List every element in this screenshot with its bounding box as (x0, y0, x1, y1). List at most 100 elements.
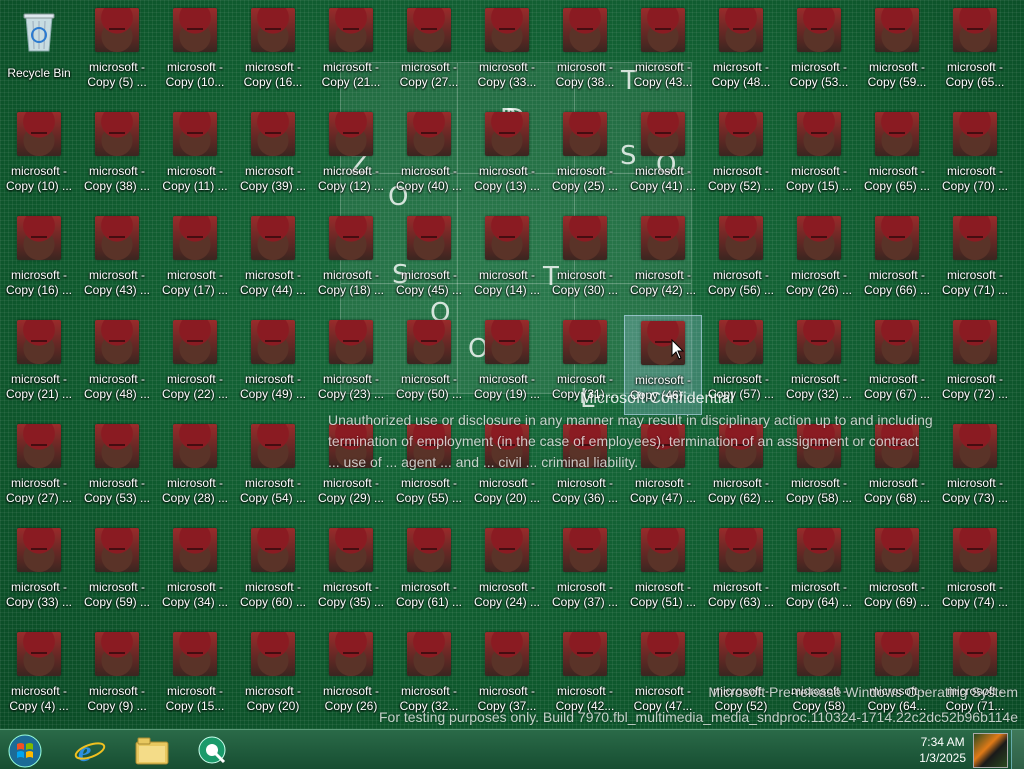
desktop-file-icon[interactable]: microsoft - Copy (4) ... (0, 627, 78, 727)
desktop-file-label: microsoft - Copy (43... (633, 60, 693, 89)
desktop-file-icon[interactable]: microsoft - Copy (33) ... (0, 523, 78, 623)
desktop-file-icon[interactable]: microsoft - Copy (64) ... (780, 523, 858, 623)
windows-live-button[interactable] (186, 732, 240, 768)
desktop-file-label: microsoft - Copy (30) ... (551, 268, 619, 297)
desktop-file-icon[interactable]: microsoft - Copy (39) ... (234, 107, 312, 207)
desktop-file-icon[interactable]: microsoft - Copy (16... (234, 3, 312, 103)
windows-explorer-button[interactable] (124, 732, 178, 768)
image-thumbnail-icon (953, 216, 997, 260)
desktop-file-icon[interactable]: microsoft - Copy (43... (624, 3, 702, 103)
desktop-file-icon[interactable]: microsoft - Copy (70) ... (936, 107, 1014, 207)
desktop-file-icon[interactable]: microsoft - Copy (52) ... (702, 107, 780, 207)
desktop-file-label: microsoft - Copy (53) ... (83, 476, 151, 505)
desktop-file-label: microsoft - Copy (49) ... (239, 372, 307, 401)
desktop-file-icon[interactable]: microsoft - Copy (40) ... (390, 107, 468, 207)
desktop-file-icon[interactable]: microsoft - Copy (45) ... (390, 211, 468, 311)
desktop-file-icon[interactable]: microsoft - Copy (14) ... (468, 211, 546, 311)
desktop-file-label: microsoft - Copy (27... (399, 60, 459, 89)
desktop-file-icon[interactable]: microsoft - Copy (27) ... (0, 419, 78, 519)
desktop-file-icon[interactable]: microsoft - Copy (13) ... (468, 107, 546, 207)
image-thumbnail-icon (407, 216, 451, 260)
desktop-file-icon[interactable]: microsoft - Copy (65) ... (858, 107, 936, 207)
desktop-file-icon[interactable]: microsoft - Copy (66) ... (858, 211, 936, 311)
desktop-file-icon[interactable]: microsoft - Copy (74) ... (936, 523, 1014, 623)
desktop-file-icon[interactable]: microsoft - Copy (37) ... (546, 523, 624, 623)
desktop-file-icon[interactable]: microsoft - Copy (27... (390, 3, 468, 103)
desktop-file-icon[interactable]: microsoft - Copy (69) ... (858, 523, 936, 623)
image-thumbnail-icon (875, 112, 919, 156)
desktop-file-icon[interactable]: microsoft - Copy (5) ... (78, 3, 156, 103)
desktop-file-icon[interactable]: microsoft - Copy (53... (780, 3, 858, 103)
desktop-file-label: microsoft - Copy (32) ... (785, 372, 853, 401)
desktop-file-icon[interactable]: microsoft - Copy (10... (156, 3, 234, 103)
desktop-file-icon[interactable]: microsoft - Copy (73) ... (936, 419, 1014, 519)
recycle-bin[interactable]: Recycle Bin (0, 3, 78, 103)
desktop-file-label: microsoft - Copy (24) ... (473, 580, 541, 609)
desktop-file-icon[interactable]: microsoft - Copy (41) ... (624, 107, 702, 207)
desktop-file-icon[interactable]: microsoft - Copy (59) ... (78, 523, 156, 623)
desktop-file-icon[interactable]: microsoft - Copy (20) (234, 627, 312, 727)
show-desktop-button[interactable] (1011, 730, 1024, 769)
desktop-file-icon[interactable]: microsoft - Copy (42) ... (624, 211, 702, 311)
desktop-file-icon[interactable]: microsoft - Copy (48) ... (78, 315, 156, 415)
desktop-file-icon[interactable]: microsoft - Copy (18) ... (312, 211, 390, 311)
desktop-file-icon[interactable]: microsoft - Copy (15) ... (780, 107, 858, 207)
desktop-file-icon[interactable]: microsoft - Copy (19) ... (468, 315, 546, 415)
image-thumbnail-icon (251, 8, 295, 52)
desktop-file-icon[interactable]: microsoft - Copy (44) ... (234, 211, 312, 311)
desktop-file-icon[interactable]: microsoft - Copy (59... (858, 3, 936, 103)
desktop-file-icon[interactable]: microsoft - Copy (38) ... (78, 107, 156, 207)
desktop-file-icon[interactable]: microsoft - Copy (12) ... (312, 107, 390, 207)
desktop-file-icon[interactable]: microsoft - Copy (24) ... (468, 523, 546, 623)
desktop-file-icon[interactable]: microsoft - Copy (53) ... (78, 419, 156, 519)
desktop-file-icon[interactable]: microsoft - Copy (17) ... (156, 211, 234, 311)
desktop-file-icon[interactable]: microsoft - Copy (50) ... (390, 315, 468, 415)
desktop-file-icon[interactable]: microsoft - Copy (21... (312, 3, 390, 103)
image-thumbnail-icon (719, 528, 763, 572)
desktop-file-icon[interactable]: microsoft - Copy (16) ... (0, 211, 78, 311)
desktop[interactable]: TDOSZOSTOLOR Recycle Bin microsoft -Copy… (0, 0, 1024, 729)
image-thumbnail-icon (719, 632, 763, 676)
desktop-file-icon[interactable]: microsoft - Copy (15... (156, 627, 234, 727)
desktop-file-icon[interactable]: microsoft - Copy (10) ... (0, 107, 78, 207)
start-button[interactable] (0, 732, 54, 768)
desktop-file-icon[interactable]: microsoft - Copy (9) ... (78, 627, 156, 727)
desktop-file-icon[interactable]: microsoft - Copy (61) ... (390, 523, 468, 623)
image-thumbnail-icon (953, 8, 997, 52)
desktop-file-icon[interactable]: microsoft - Copy (51) ... (624, 523, 702, 623)
desktop-file-icon[interactable]: microsoft - Copy (71) ... (936, 211, 1014, 311)
desktop-file-icon[interactable]: microsoft - Copy (25) ... (546, 107, 624, 207)
desktop-file-icon[interactable]: microsoft - Copy (30) ... (546, 211, 624, 311)
internet-explorer-button[interactable]: e (62, 732, 116, 768)
desktop-file-icon[interactable]: microsoft - Copy (63) ... (702, 523, 780, 623)
desktop-file-icon[interactable]: microsoft - Copy (49) ... (234, 315, 312, 415)
system-clock[interactable]: 7:34 AM 1/3/2025 (919, 734, 966, 766)
desktop-file-icon[interactable]: microsoft - Copy (28) ... (156, 419, 234, 519)
desktop-file-icon[interactable]: microsoft - Copy (21) ... (0, 315, 78, 415)
desktop-file-icon[interactable]: microsoft - Copy (26) ... (780, 211, 858, 311)
desktop-file-icon[interactable]: microsoft - Copy (43) ... (78, 211, 156, 311)
desktop-file-label: microsoft - Copy (38... (555, 60, 615, 89)
desktop-file-icon[interactable]: microsoft - Copy (11) ... (156, 107, 234, 207)
desktop-file-icon[interactable]: microsoft - Copy (23) ... (312, 315, 390, 415)
desktop-file-icon[interactable]: microsoft - Copy (56) ... (702, 211, 780, 311)
desktop-file-icon[interactable]: microsoft - Copy (67) ... (858, 315, 936, 415)
desktop-file-label: microsoft - Copy (20) (244, 684, 301, 713)
desktop-file-icon[interactable]: microsoft - Copy (33... (468, 3, 546, 103)
desktop-file-icon[interactable]: microsoft - Copy (22) ... (156, 315, 234, 415)
image-thumbnail-icon (485, 112, 529, 156)
desktop-file-label: microsoft - Copy (67) ... (863, 372, 931, 401)
desktop-file-icon[interactable]: microsoft - Copy (54) ... (234, 419, 312, 519)
image-thumbnail-icon (251, 216, 295, 260)
desktop-file-icon[interactable]: microsoft - Copy (32) ... (780, 315, 858, 415)
desktop-file-icon[interactable]: microsoft - Copy (38... (546, 3, 624, 103)
desktop-file-icon[interactable]: microsoft - Copy (35) ... (312, 523, 390, 623)
desktop-file-icon[interactable]: microsoft - Copy (34) ... (156, 523, 234, 623)
desktop-file-label: microsoft - Copy (40) ... (395, 164, 463, 193)
confidential-line-2: termination of employment (in the case o… (328, 433, 919, 449)
user-picture-tile[interactable] (973, 733, 1008, 768)
desktop-file-icon[interactable]: microsoft - Copy (72) ... (936, 315, 1014, 415)
desktop-file-icon[interactable]: microsoft - Copy (60) ... (234, 523, 312, 623)
desktop-file-icon[interactable]: microsoft - Copy (65... (936, 3, 1014, 103)
desktop-file-icon[interactable]: microsoft - Copy (48... (702, 3, 780, 103)
